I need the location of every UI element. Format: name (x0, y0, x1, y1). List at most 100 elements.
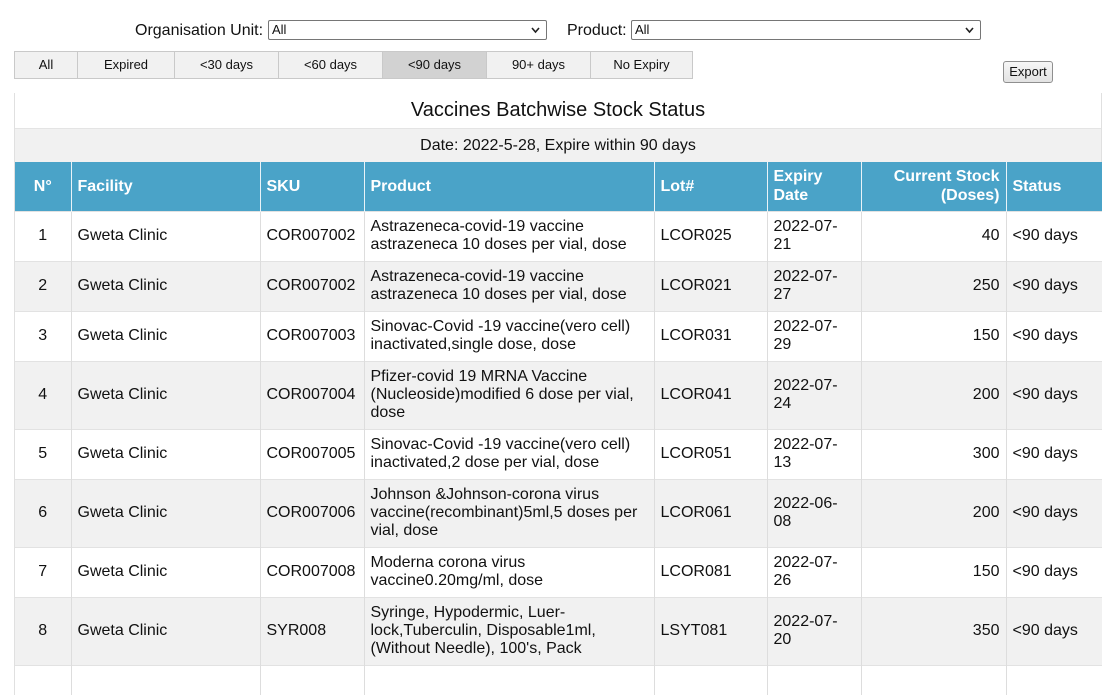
tab-less-90-days[interactable]: <90 days (383, 52, 487, 78)
col-header-sku[interactable]: SKU (260, 162, 365, 211)
cell-product: Syringe, Hypodermic, Luer-lock,Tuberculi… (364, 596, 655, 665)
cell-empty (861, 664, 1007, 695)
cell-empty (15, 664, 72, 695)
cell-lot: LCOR025 (654, 210, 768, 261)
cell-sku: COR007002 (260, 260, 365, 311)
cell-product: Astrazeneca-covid-19 vaccine astrazeneca… (364, 210, 655, 261)
col-header-lot[interactable]: Lot# (654, 162, 768, 211)
cell-lot: LCOR021 (654, 260, 768, 311)
cell-stock: 250 (861, 260, 1007, 311)
cell-sku: COR007003 (260, 310, 365, 361)
table-row: 2 Gweta Clinic COR007002 Astrazeneca-cov… (15, 260, 1102, 311)
table-row: 4 Gweta Clinic COR007004 Pfizer-covid 19… (15, 360, 1102, 429)
cell-stock: 350 (861, 596, 1007, 665)
cell-empty (364, 664, 655, 695)
cell-facility: Gweta Clinic (71, 546, 261, 597)
cell-stock: 200 (861, 478, 1007, 547)
cell-sku: COR007006 (260, 478, 365, 547)
cell-product: Sinovac-Covid -19 vaccine(vero cell) ina… (364, 310, 655, 361)
tab-less-30-days[interactable]: <30 days (175, 52, 279, 78)
table-row: 3 Gweta Clinic COR007003 Sinovac-Covid -… (15, 310, 1102, 361)
cell-empty (260, 664, 365, 695)
cell-number: 6 (15, 478, 72, 547)
report-panel: Vaccines Batchwise Stock Status Date: 20… (14, 93, 1102, 695)
cell-sku: COR007005 (260, 428, 365, 479)
chevron-down-icon (531, 27, 540, 34)
col-header-product[interactable]: Product (364, 162, 655, 211)
cell-status: <90 days (1006, 360, 1102, 429)
expiry-tab-bar: All Expired <30 days <60 days <90 days 9… (14, 51, 693, 79)
tab-no-expiry[interactable]: No Expiry (591, 52, 692, 78)
cell-status: <90 days (1006, 428, 1102, 479)
org-unit-label: Organisation Unit: (135, 22, 264, 39)
table-row: 7 Gweta Clinic COR007008 Moderna corona … (15, 546, 1102, 597)
table-row: 8 Gweta Clinic SYR008 Syringe, Hypodermi… (15, 596, 1102, 665)
cell-sku: COR007008 (260, 546, 365, 597)
tab-90-plus-days[interactable]: 90+ days (487, 52, 591, 78)
cell-product: Pfizer-covid 19 MRNA Vaccine (Nucleoside… (364, 360, 655, 429)
org-unit-select[interactable]: All (268, 20, 547, 40)
cell-number: 1 (15, 210, 72, 261)
stock-table: N° Facility SKU Product Lot# Expiry Date… (15, 162, 1102, 695)
cell-sku: COR007002 (260, 210, 365, 261)
cell-number: 7 (15, 546, 72, 597)
report-date: Date: 2022-5-28, Expire within 90 days (15, 128, 1101, 162)
tab-all[interactable]: All (15, 52, 78, 78)
filter-bar: Organisation Unit: All Product: All (0, 19, 1118, 43)
cell-expiry: 2022-07-26 (767, 546, 862, 597)
cell-status: <90 days (1006, 478, 1102, 547)
cell-status: <90 days (1006, 260, 1102, 311)
cell-number: 2 (15, 260, 72, 311)
cell-lot: LCOR061 (654, 478, 768, 547)
tab-less-60-days[interactable]: <60 days (279, 52, 383, 78)
table-row: 1 Gweta Clinic COR007002 Astrazeneca-cov… (15, 210, 1102, 261)
cell-facility: Gweta Clinic (71, 310, 261, 361)
cell-facility: Gweta Clinic (71, 478, 261, 547)
product-select-value: All (635, 22, 650, 37)
cell-product: Moderna corona virus vaccine0.20mg/ml, d… (364, 546, 655, 597)
cell-empty (767, 664, 862, 695)
cell-status: <90 days (1006, 310, 1102, 361)
cell-status: <90 days (1006, 596, 1102, 665)
cell-number: 5 (15, 428, 72, 479)
col-header-facility[interactable]: Facility (71, 162, 261, 211)
table-header-row: N° Facility SKU Product Lot# Expiry Date… (15, 162, 1102, 211)
cell-stock: 300 (861, 428, 1007, 479)
cell-product: Sinovac-Covid -19 vaccine(vero cell) ina… (364, 428, 655, 479)
cell-empty (654, 664, 768, 695)
cell-stock: 150 (861, 310, 1007, 361)
tab-expired[interactable]: Expired (78, 52, 175, 78)
cell-number: 4 (15, 360, 72, 429)
cell-product: Astrazeneca-covid-19 vaccine astrazeneca… (364, 260, 655, 311)
chevron-down-icon (965, 27, 974, 34)
product-select[interactable]: All (631, 20, 981, 40)
col-header-number[interactable]: N° (15, 162, 72, 211)
col-header-expiry-date[interactable]: Expiry Date (767, 162, 862, 211)
cell-status: <90 days (1006, 210, 1102, 261)
cell-expiry: 2022-07-29 (767, 310, 862, 361)
cell-expiry: 2022-07-27 (767, 260, 862, 311)
cell-number: 3 (15, 310, 72, 361)
cell-lot: LCOR041 (654, 360, 768, 429)
table-row: 6 Gweta Clinic COR007006 Johnson &Johnso… (15, 478, 1102, 547)
cell-sku: SYR008 (260, 596, 365, 665)
export-button[interactable]: Export (1003, 61, 1053, 83)
org-unit-select-value: All (272, 22, 287, 37)
cell-facility: Gweta Clinic (71, 260, 261, 311)
table-row-partial (15, 664, 1102, 695)
cell-lot: LCOR031 (654, 310, 768, 361)
table-row: 5 Gweta Clinic COR007005 Sinovac-Covid -… (15, 428, 1102, 479)
cell-lot: LCOR081 (654, 546, 768, 597)
cell-expiry: 2022-07-21 (767, 210, 862, 261)
cell-empty (1006, 664, 1102, 695)
cell-empty (71, 664, 261, 695)
col-header-current-stock[interactable]: Current Stock (Doses) (861, 162, 1007, 211)
col-header-status[interactable]: Status (1006, 162, 1102, 211)
cell-number: 8 (15, 596, 72, 665)
report-title: Vaccines Batchwise Stock Status (15, 93, 1101, 128)
cell-stock: 150 (861, 546, 1007, 597)
cell-stock: 200 (861, 360, 1007, 429)
cell-expiry: 2022-07-13 (767, 428, 862, 479)
cell-lot: LCOR051 (654, 428, 768, 479)
cell-expiry: 2022-06-08 (767, 478, 862, 547)
